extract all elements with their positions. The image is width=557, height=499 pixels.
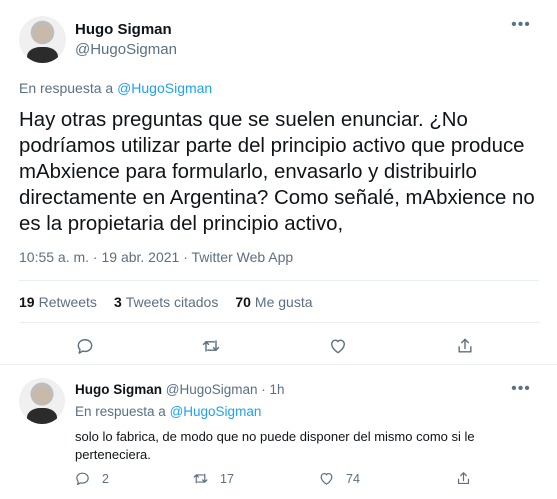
- likes-stat[interactable]: 70 Me gusta: [235, 294, 312, 310]
- like-icon[interactable]: [327, 335, 349, 357]
- divider: [19, 280, 539, 281]
- tweet-actions: 2 17 74: [74, 470, 474, 492]
- divider: [19, 322, 539, 323]
- author-name[interactable]: Hugo Sigman: [75, 21, 172, 38]
- author-handle[interactable]: @HugoSigman: [75, 41, 177, 58]
- main-tweet: Hugo Sigman @HugoSigman ••• En respuesta…: [0, 0, 557, 365]
- quotes-stat[interactable]: 3 Tweets citados: [114, 294, 218, 310]
- reply-action[interactable]: 2: [74, 470, 109, 487]
- more-dots-icon[interactable]: •••: [509, 17, 533, 38]
- share-icon: [457, 472, 470, 485]
- tweet-stats: 19 Retweets 3 Tweets citados 70 Me gusta: [19, 294, 330, 310]
- retweets-label: Retweets: [38, 294, 97, 310]
- reply-handle-link[interactable]: @HugoSigman: [170, 404, 262, 419]
- retweets-count: 19: [19, 294, 35, 310]
- like-count: 74: [346, 471, 360, 486]
- retweet-count: 17: [220, 471, 234, 486]
- likes-count: 70: [235, 294, 251, 310]
- retweet-icon: [193, 473, 208, 484]
- tweet-text: solo lo fabrica, de modo que no puede di…: [75, 429, 475, 462]
- tweet-time[interactable]: · 1h: [261, 382, 284, 397]
- reply-label: En respuesta a: [75, 404, 166, 419]
- retweet-icon[interactable]: [200, 335, 222, 357]
- quotes-count: 3: [113, 294, 122, 310]
- reply-tweet[interactable]: Hugo Sigman @HugoSigman · 1h ••• En resp…: [0, 366, 557, 499]
- tweet-timestamp[interactable]: 10:55 a. m. · 19 abr. 2021 · Twitter Web…: [19, 249, 293, 265]
- reply-icon: [76, 472, 89, 486]
- share-action[interactable]: [455, 470, 483, 487]
- author-handle[interactable]: @HugoSigman: [166, 382, 258, 397]
- reply-handle-link[interactable]: @HugoSigman: [117, 80, 212, 96]
- like-icon: [320, 472, 333, 485]
- quotes-label: Tweets citados: [125, 294, 219, 310]
- more-dots-icon[interactable]: •••: [509, 381, 533, 402]
- share-icon[interactable]: [454, 335, 476, 357]
- reply-count: 2: [102, 471, 109, 486]
- reply-icon[interactable]: [74, 335, 96, 357]
- author-name[interactable]: Hugo Sigman: [75, 382, 162, 397]
- retweet-action[interactable]: 17: [192, 470, 234, 487]
- reply-label: En respuesta a: [19, 80, 114, 96]
- like-action[interactable]: 74: [318, 470, 360, 487]
- reply-context: En respuesta a @HugoSigman: [75, 404, 261, 419]
- tweet-actions: [74, 335, 474, 359]
- reply-header: Hugo Sigman @HugoSigman · 1h: [75, 382, 285, 397]
- tweet-text: Hay otras preguntas que se suelen enunci…: [19, 109, 535, 235]
- likes-label: Me gusta: [254, 294, 313, 310]
- avatar[interactable]: [19, 16, 66, 63]
- avatar[interactable]: [19, 378, 65, 424]
- reply-context: En respuesta a @HugoSigman: [19, 80, 212, 96]
- retweets-stat[interactable]: 19 Retweets: [19, 294, 97, 310]
